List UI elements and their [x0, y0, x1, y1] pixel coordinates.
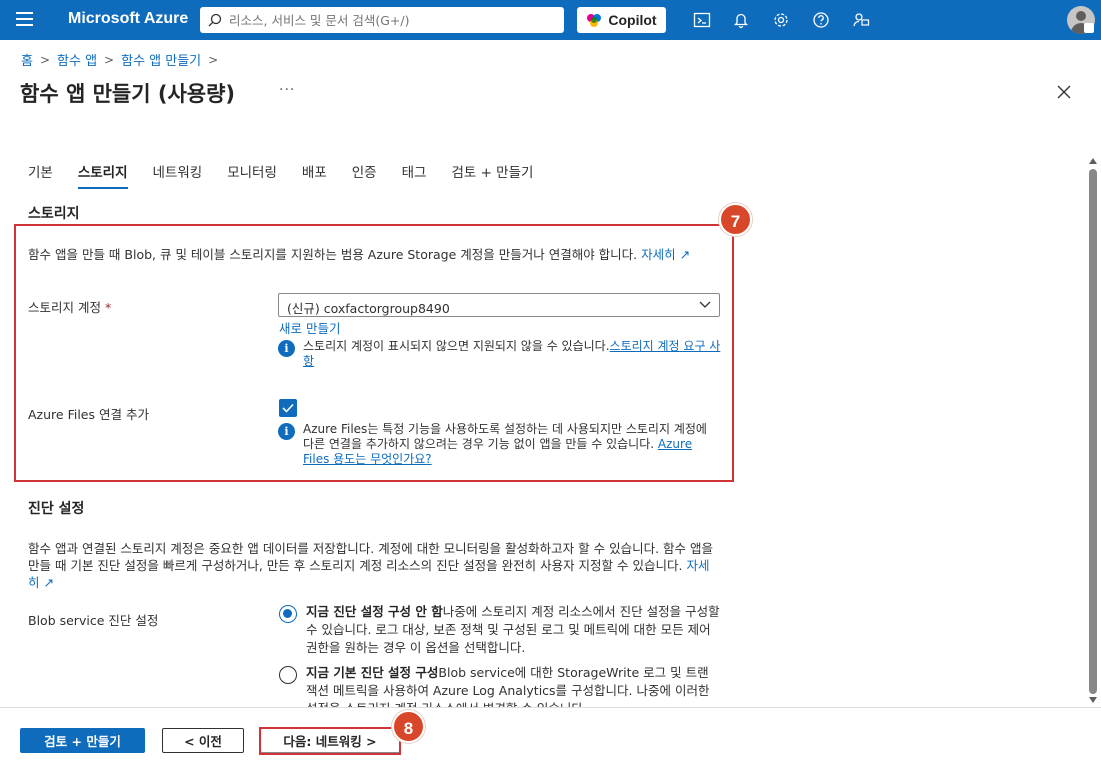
- copilot-label: Copilot: [608, 12, 657, 28]
- blob-diagnostics-label: Blob service 진단 설정: [28, 613, 159, 628]
- gear-icon[interactable]: [771, 10, 791, 30]
- radio-default-diagnostics-text: 지금 기본 진단 설정 구성Blob service에 대한 StorageWr…: [306, 665, 710, 707]
- scroll-down-icon[interactable]: [1089, 697, 1097, 703]
- radio-default-clip: 지금 기본 진단 설정 구성Blob service에 대한 StorageWr…: [306, 664, 720, 707]
- breadcrumb-function-app[interactable]: 함수 앱: [57, 50, 97, 69]
- storage-highlight-box: [14, 224, 734, 482]
- copilot-button[interactable]: Copilot: [577, 7, 666, 33]
- radio-no-diagnostics-text: 지금 진단 설정 구성 안 함나중에 스토리지 계정 리소스에서 진단 설정을 …: [306, 604, 720, 655]
- callout-badge-8: 8: [392, 710, 425, 743]
- previous-button[interactable]: < 이전: [162, 728, 244, 753]
- tab-authentication[interactable]: 인증: [352, 161, 377, 189]
- search-icon: [208, 13, 222, 27]
- callout-badge-7: 7: [719, 203, 752, 236]
- tab-bar: 기본 스토리지 네트워킹 모니터링 배포 인증 태그 검토 + 만들기: [28, 161, 558, 189]
- search-input[interactable]: [229, 12, 549, 28]
- close-icon[interactable]: [1056, 84, 1072, 100]
- tab-storage[interactable]: 스토리지: [77, 161, 128, 189]
- breadcrumb-home[interactable]: 홈: [21, 50, 33, 69]
- bell-icon[interactable]: [731, 10, 751, 30]
- brand-title[interactable]: Microsoft Azure: [68, 10, 188, 28]
- more-options-icon[interactable]: ···: [279, 82, 295, 98]
- external-link-icon: ↗: [43, 575, 54, 590]
- scroll-thumb[interactable]: [1089, 169, 1097, 694]
- help-icon[interactable]: [811, 10, 831, 30]
- next-networking-button[interactable]: 다음: 네트워킹 >: [260, 728, 400, 753]
- tab-monitoring[interactable]: 모니터링: [227, 161, 277, 189]
- tab-tags[interactable]: 태그: [402, 161, 427, 189]
- tab-networking[interactable]: 네트워킹: [153, 161, 203, 189]
- global-search[interactable]: [200, 7, 564, 33]
- diagnostics-description: 함수 앱과 연결된 스토리지 계정은 중요한 앱 데이터를 저장합니다. 계정에…: [28, 541, 713, 590]
- tab-review-create[interactable]: 검토 + 만들기: [451, 161, 533, 189]
- vertical-scrollbar[interactable]: [1086, 155, 1100, 707]
- footer-bar: 검토 + 만들기 < 이전 다음: 네트워킹 > 8: [0, 707, 1101, 768]
- top-bar: Microsoft Azure Copilot: [0, 0, 1101, 40]
- copilot-icon: [587, 14, 602, 27]
- page-title: 함수 앱 만들기 (사용량): [20, 82, 236, 106]
- breadcrumb-create-function-app[interactable]: 함수 앱 만들기: [121, 50, 201, 69]
- chevron-right-icon: >: [104, 52, 115, 67]
- storage-section-title: 스토리지: [28, 206, 80, 222]
- chevron-right-icon: >: [39, 52, 51, 67]
- chevron-right-icon: >: [208, 52, 219, 67]
- hamburger-menu-icon[interactable]: [16, 12, 33, 28]
- review-create-button[interactable]: 검토 + 만들기: [20, 728, 145, 753]
- radio-default-diagnostics[interactable]: [279, 666, 297, 684]
- radio-no-diagnostics[interactable]: [279, 605, 297, 623]
- tab-basics[interactable]: 기본: [28, 161, 53, 189]
- tab-deployment[interactable]: 배포: [302, 161, 327, 189]
- diagnostics-section-title: 진단 설정: [28, 501, 85, 517]
- feedback-icon[interactable]: [851, 10, 871, 30]
- lock-icon: [1084, 23, 1094, 33]
- breadcrumb: 홈 > 함수 앱 > 함수 앱 만들기 >: [21, 50, 225, 70]
- cloud-shell-icon[interactable]: [692, 10, 712, 30]
- scroll-up-icon[interactable]: [1089, 158, 1097, 164]
